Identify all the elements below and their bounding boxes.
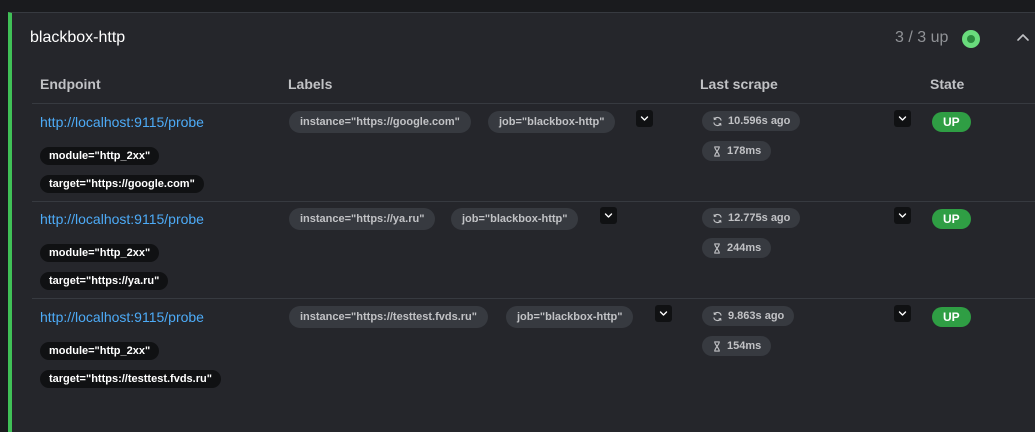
chevron-up-icon[interactable] <box>1015 30 1031 46</box>
scrape-expand-button[interactable] <box>894 110 911 127</box>
label-badge-instance: instance="https://testtest.fvds.ru" <box>289 306 488 328</box>
labels-expand-button[interactable] <box>600 207 617 224</box>
endpoint-link[interactable]: http://localhost:9115/probe <box>40 113 204 131</box>
state-badge: UP <box>932 307 971 327</box>
labels-expand-button[interactable] <box>655 305 672 322</box>
label-badge-instance: instance="https://google.com" <box>289 111 471 133</box>
pool-header[interactable]: blackbox-http 3 / 3 up <box>30 27 1029 49</box>
endpoint-link[interactable]: http://localhost:9115/probe <box>40 308 204 326</box>
param-badge-target: target="https://ya.ru" <box>40 272 169 290</box>
refresh-icon <box>713 311 722 321</box>
hourglass-icon <box>714 145 720 157</box>
last-scrape-text: 12.775s ago <box>728 212 791 224</box>
scrape-duration-text: 244ms <box>727 242 762 254</box>
scrape-duration-text: 178ms <box>727 145 762 157</box>
table-divider <box>32 103 1035 104</box>
scrape-duration-badge: 178ms <box>702 141 772 161</box>
hourglass-icon <box>714 242 720 254</box>
label-badge-job: job="blackbox-http" <box>451 208 579 230</box>
column-header-last-scrape: Last scrape <box>700 76 778 92</box>
param-badge-module: module="http_2xx" <box>40 147 160 165</box>
last-scrape-text: 10.596s ago <box>728 115 791 127</box>
health-status-icon <box>962 30 980 48</box>
column-header-endpoint: Endpoint <box>40 76 101 92</box>
param-badge-target: target="https://google.com" <box>40 175 204 193</box>
last-scrape-badge: 10.596s ago <box>702 111 801 131</box>
table-divider <box>32 201 1035 202</box>
param-badge-module: module="http_2xx" <box>40 244 160 262</box>
refresh-icon <box>713 116 722 126</box>
column-header-labels: Labels <box>288 76 333 92</box>
endpoint-link[interactable]: http://localhost:9115/probe <box>40 210 204 228</box>
refresh-icon <box>713 213 722 223</box>
scrape-expand-button[interactable] <box>894 305 911 322</box>
scrape-duration-text: 154ms <box>727 340 762 352</box>
hourglass-icon <box>714 340 720 352</box>
scrape-duration-badge: 244ms <box>702 238 772 258</box>
label-badge-job: job="blackbox-http" <box>488 111 616 133</box>
label-badge-instance: instance="https://ya.ru" <box>289 208 436 230</box>
param-badge-module: module="http_2xx" <box>40 342 160 360</box>
scrape-duration-badge: 154ms <box>702 336 772 356</box>
pool-title: blackbox-http <box>30 29 126 46</box>
table-divider <box>32 298 1035 299</box>
label-badge-job: job="blackbox-http" <box>506 306 634 328</box>
scrape-expand-button[interactable] <box>894 207 911 224</box>
scrape-pool-panel: blackbox-http 3 / 3 up Endpoint Labels L… <box>8 12 1035 432</box>
column-header-state: State <box>930 76 965 92</box>
state-badge: UP <box>932 209 971 229</box>
labels-expand-button[interactable] <box>636 110 653 127</box>
state-badge: UP <box>932 112 971 132</box>
last-scrape-text: 9.863s ago <box>728 310 785 322</box>
param-badge-target: target="https://testtest.fvds.ru" <box>40 370 221 388</box>
last-scrape-badge: 9.863s ago <box>702 306 795 326</box>
pool-up-count: 3 / 3 up <box>895 29 949 46</box>
last-scrape-badge: 12.775s ago <box>702 208 801 228</box>
